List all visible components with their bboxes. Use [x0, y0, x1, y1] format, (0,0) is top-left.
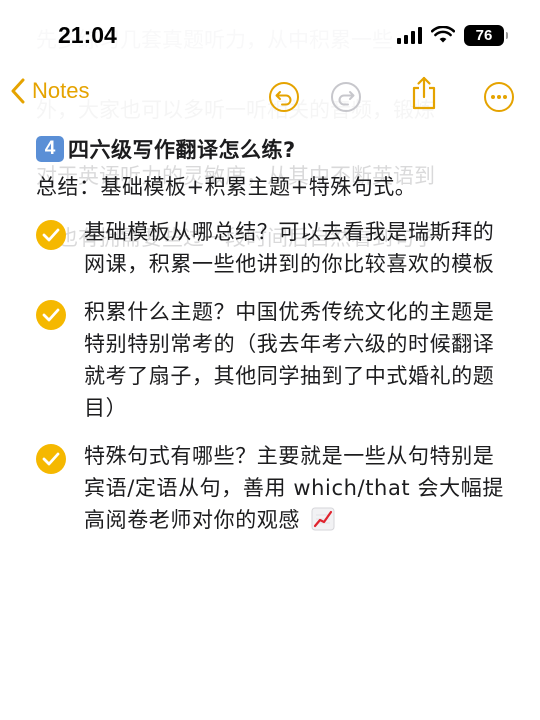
list-item-text-content: 特殊句式有哪些？主要就是一些从句特别是宾语/定语从句，善用 which/that…	[84, 444, 504, 532]
more-button[interactable]	[482, 80, 516, 114]
list-item-text: 积累什么主题？中国优秀传统文化的主题是特别特别常考的（我去年考六级的时候翻译就考…	[84, 300, 495, 420]
status-bar: 21:04 76	[0, 0, 540, 64]
undo-icon	[269, 82, 299, 112]
status-time: 21:04	[58, 22, 117, 48]
battery-level: 76	[475, 26, 493, 44]
keycap-number-badge: 4	[36, 136, 64, 162]
share-icon	[412, 76, 436, 110]
list-item-text: 特殊句式有哪些？主要就是一些从句特别是宾语/定语从句，善用 which/that…	[84, 440, 514, 536]
checklist: 基础模板从哪总结？可以去看我是瑞斯拜的网课，积累一些他讲到的你比较喜欢的模板 积…	[36, 216, 514, 536]
chart-increasing-icon	[311, 507, 335, 531]
note-body[interactable]: 4 四六级写作翻译怎么练? 总结：基础模板+积累主题+特殊句式。 基础模板从哪总…	[36, 128, 514, 552]
status-icons: 76	[397, 24, 508, 46]
wifi-icon	[431, 26, 455, 43]
redo-icon	[331, 82, 361, 112]
list-item: 特殊句式有哪些？主要就是一些从句特别是宾语/定语从句，善用 which/that…	[36, 440, 514, 536]
checkmark-icon[interactable]	[36, 300, 66, 330]
back-button[interactable]: Notes	[10, 78, 89, 104]
heading-text: 四六级写作翻译怎么练?	[68, 138, 296, 162]
summary-line: 总结：基础模板+积累主题+特殊句式。	[36, 175, 417, 199]
undo-button[interactable]	[267, 80, 301, 114]
back-label: Notes	[32, 78, 90, 103]
heading-number: 4	[44, 138, 56, 159]
battery-icon: 76	[464, 24, 508, 46]
list-item: 积累什么主题？中国优秀传统文化的主题是特别特别常考的（我去年考六级的时候翻译就考…	[36, 296, 514, 424]
list-item-text: 基础模板从哪总结？可以去看我是瑞斯拜的网课，积累一些他讲到的你比较喜欢的模板	[84, 220, 495, 276]
section-heading: 4 四六级写作翻译怎么练?	[36, 134, 514, 164]
list-item: 基础模板从哪总结？可以去看我是瑞斯拜的网课，积累一些他讲到的你比较喜欢的模板	[36, 216, 514, 280]
nav-bar: Notes	[0, 64, 540, 128]
checkmark-icon[interactable]	[36, 444, 66, 474]
chevron-left-icon	[11, 78, 25, 104]
more-icon	[484, 82, 514, 112]
redo-button[interactable]	[329, 80, 363, 114]
signal-icon	[397, 26, 422, 44]
checkmark-icon[interactable]	[36, 220, 66, 250]
share-button[interactable]	[407, 76, 441, 110]
